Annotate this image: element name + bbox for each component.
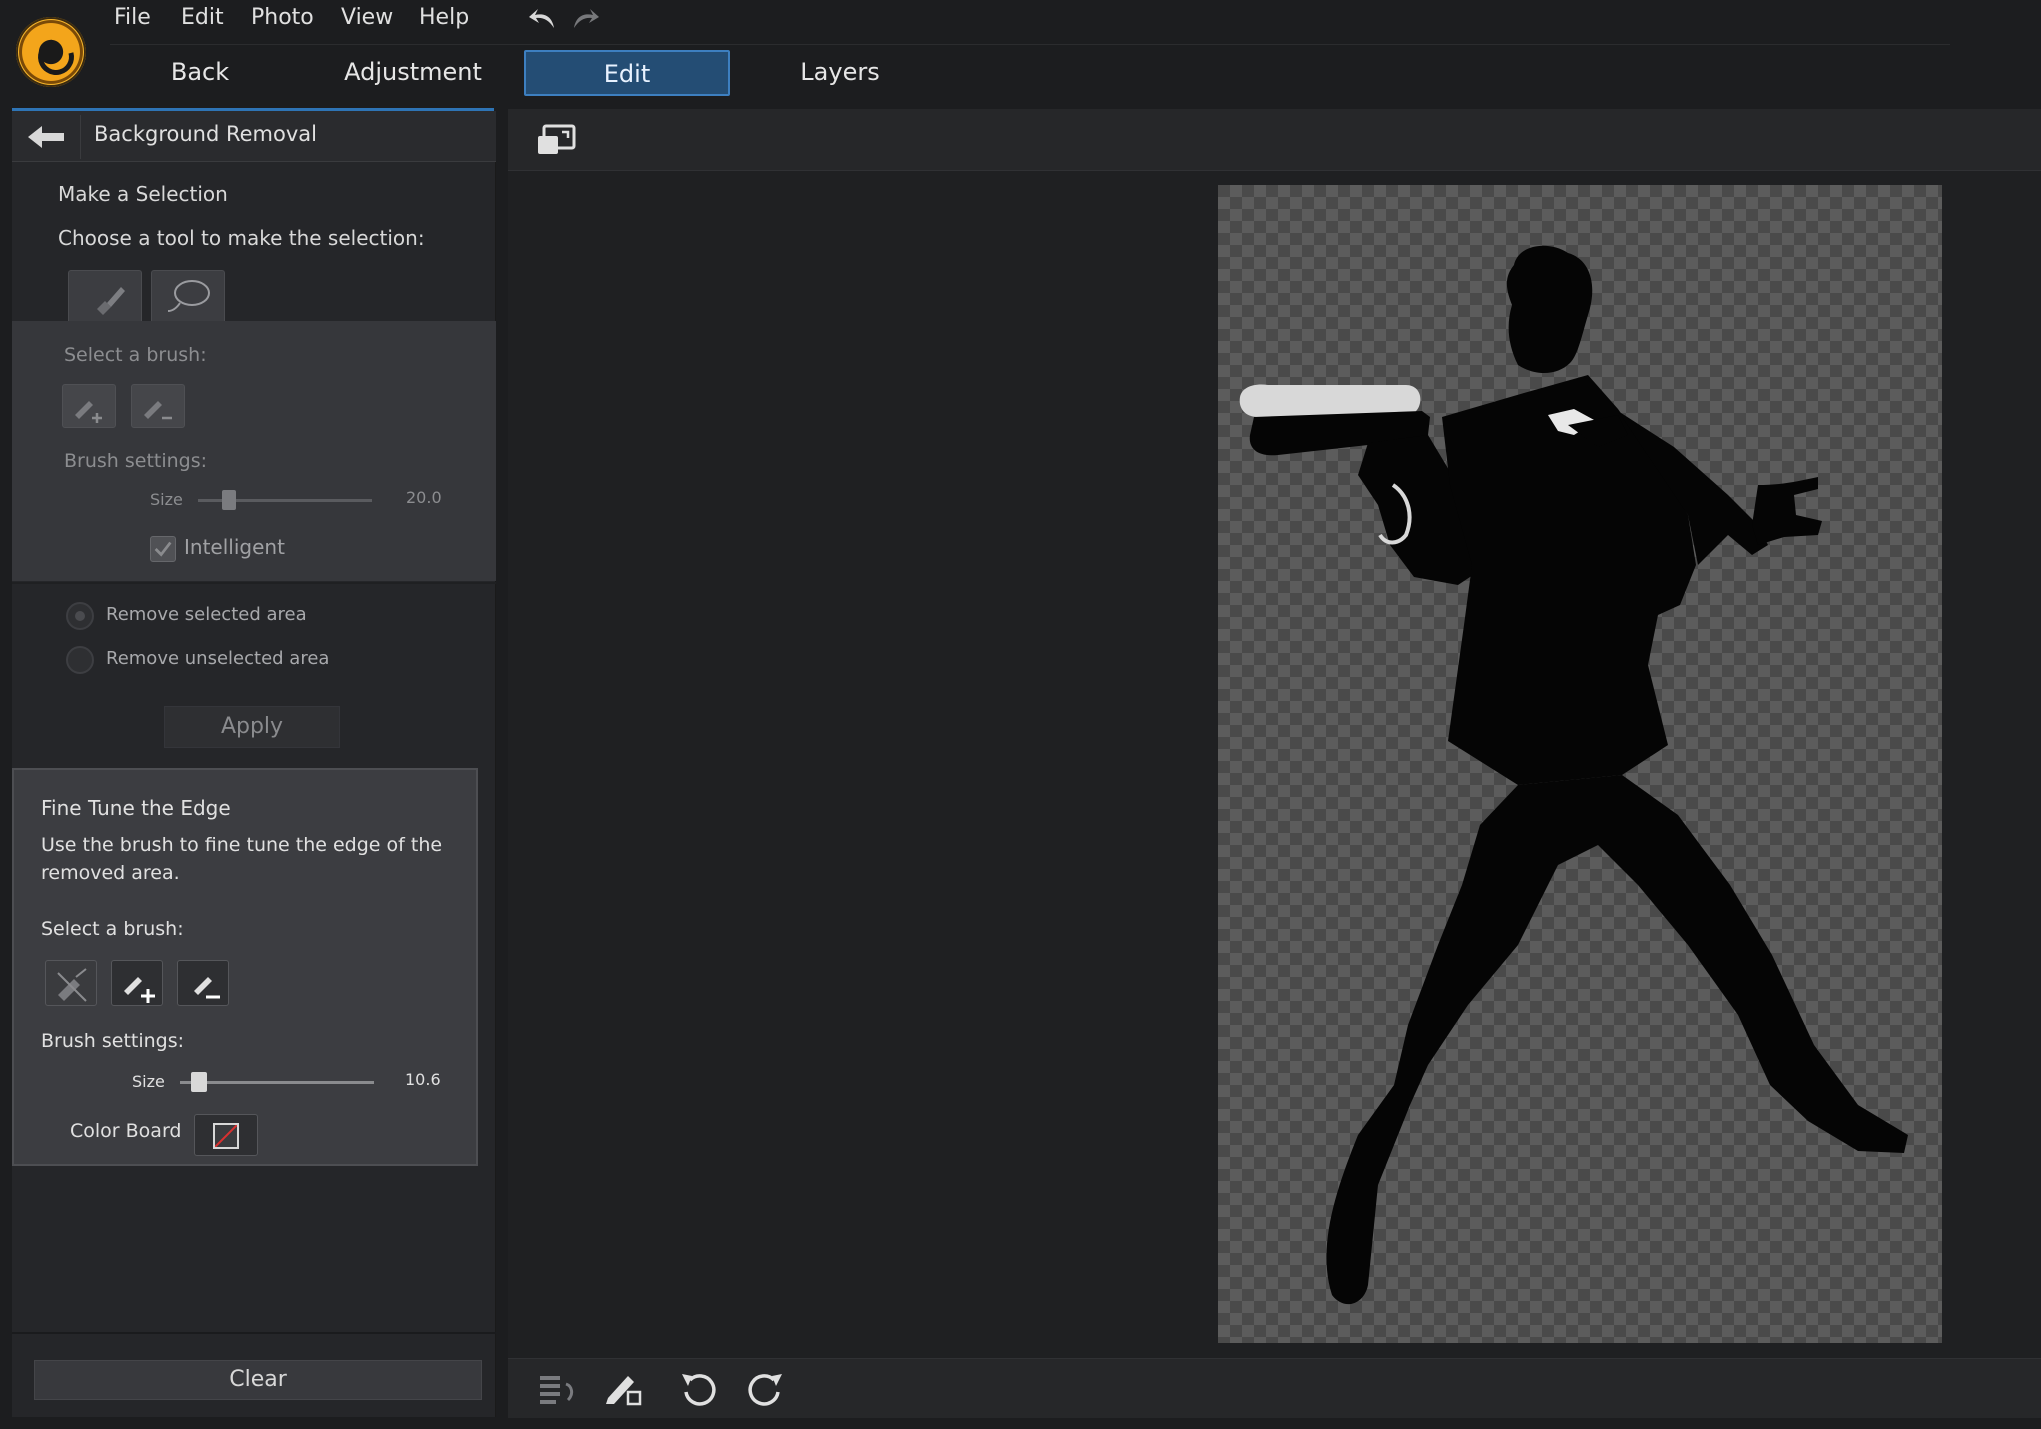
fine-brush-erase-button[interactable] — [45, 960, 97, 1006]
rotate-left-icon[interactable] — [678, 1368, 720, 1408]
menu-divider — [110, 44, 1950, 45]
size-value: 20.0 — [406, 488, 442, 507]
tab-back[interactable]: Back — [150, 50, 250, 96]
brush-add-icon — [75, 401, 102, 423]
canvas-toolbar — [508, 109, 2041, 171]
lasso-icon — [167, 280, 210, 312]
section-divider — [12, 582, 496, 584]
menu-view[interactable]: View — [341, 3, 393, 33]
make-selection-heading: Make a Selection — [58, 182, 228, 206]
check-icon — [154, 541, 172, 557]
apply-button[interactable]: Apply — [164, 706, 340, 748]
brush-add-icon — [124, 977, 155, 1003]
brush-add-button[interactable] — [62, 384, 116, 428]
intelligent-checkbox[interactable] — [150, 536, 176, 562]
photo-canvas[interactable] — [1218, 185, 1942, 1343]
brush-remove-button[interactable] — [131, 384, 185, 428]
eraser-icon[interactable] — [602, 1368, 644, 1408]
history-icon[interactable] — [536, 1368, 578, 1408]
bottom-toolbar — [508, 1358, 2041, 1418]
remove-selected-label[interactable]: Remove selected area — [106, 604, 307, 625]
no-color-icon — [215, 1125, 237, 1147]
fine-size-slider-track[interactable] — [180, 1081, 374, 1084]
tab-edit[interactable]: Edit — [524, 50, 730, 96]
brush-erase-icon — [57, 968, 87, 1002]
brush-remove-icon — [144, 401, 172, 420]
radio-dot — [75, 611, 85, 621]
app-logo — [16, 17, 86, 87]
brush-tool-icon — [97, 287, 125, 315]
silhouette-image — [1239, 245, 1908, 1305]
fine-tune-desc-2: removed area. — [41, 862, 180, 884]
intelligent-label: Intelligent — [184, 535, 285, 559]
menu-edit[interactable]: Edit — [181, 3, 224, 33]
select-brush-label: Select a brush: — [64, 344, 207, 366]
footer-divider — [12, 1332, 496, 1334]
color-swatch — [213, 1123, 239, 1149]
fine-size-value: 10.6 — [405, 1070, 441, 1089]
menu-file[interactable]: File — [114, 3, 151, 33]
fine-brush-remove-button[interactable] — [177, 960, 229, 1006]
header-separator — [80, 115, 81, 159]
choose-tool-label: Choose a tool to make the selection: — [58, 226, 425, 250]
size-label: Size — [150, 490, 183, 509]
rotate-right-icon[interactable] — [744, 1368, 786, 1408]
color-board-button[interactable] — [194, 1114, 258, 1156]
remove-unselected-label[interactable]: Remove unselected area — [106, 648, 329, 669]
remove-unselected-radio[interactable] — [66, 646, 94, 674]
fine-tune-title: Fine Tune the Edge — [41, 796, 231, 820]
brush-remove-icon — [194, 977, 220, 999]
remove-selected-radio[interactable] — [66, 602, 94, 630]
fine-select-brush-label: Select a brush: — [41, 918, 184, 940]
menu-photo[interactable]: Photo — [251, 3, 314, 33]
brush-tool-tab[interactable] — [68, 270, 142, 322]
tab-adjustment[interactable]: Adjustment — [338, 50, 488, 96]
fine-size-slider-thumb[interactable] — [191, 1072, 208, 1092]
fine-brush-settings-label: Brush settings: — [41, 1030, 185, 1052]
redo-icon[interactable] — [568, 4, 602, 34]
fit-view-icon[interactable] — [536, 124, 578, 156]
color-board-label: Color Board — [70, 1120, 182, 1142]
fine-brush-add-button[interactable] — [111, 960, 163, 1006]
menu-help[interactable]: Help — [419, 3, 469, 33]
clear-button[interactable]: Clear — [34, 1360, 482, 1400]
undo-icon[interactable] — [526, 4, 560, 34]
fine-tune-desc-1: Use the brush to fine tune the edge of t… — [41, 834, 443, 856]
tab-layers[interactable]: Layers — [790, 50, 890, 96]
back-arrow-icon[interactable] — [26, 124, 66, 150]
fine-size-label: Size — [132, 1072, 165, 1091]
lasso-tool-tab[interactable] — [151, 270, 225, 322]
panel-title: Background Removal — [94, 122, 317, 146]
size-slider-thumb[interactable] — [222, 490, 237, 510]
brush-settings-label: Brush settings: — [64, 450, 208, 472]
